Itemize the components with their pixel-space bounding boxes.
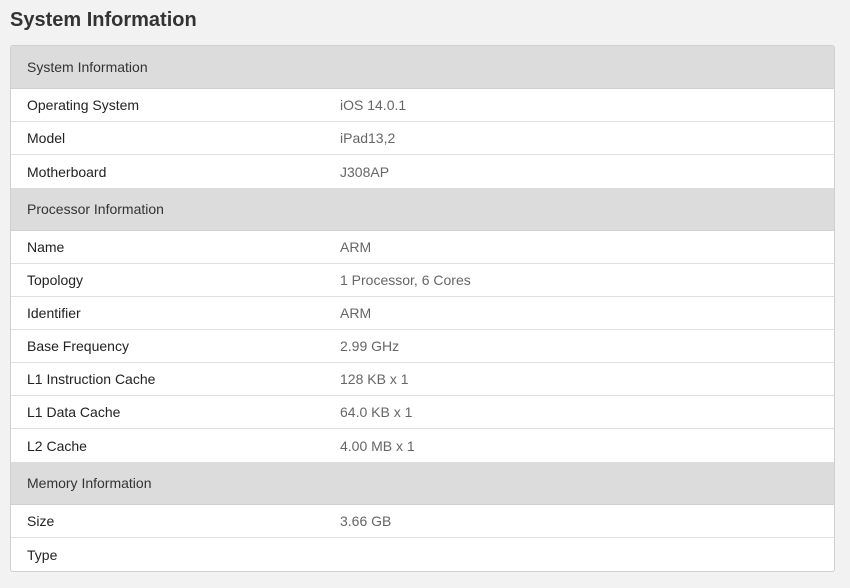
row-label: Name	[27, 239, 65, 255]
row-value: ARM	[340, 239, 372, 255]
table-row-topology: Topology 1 Processor, 6 Cores	[11, 264, 834, 297]
table-row-identifier: Identifier ARM	[11, 297, 834, 330]
processor-information-rows: Name ARM Topology 1 Processor, 6 Cores I…	[11, 231, 834, 462]
table-row-operating-system: Operating System iOS 14.0.1	[11, 89, 834, 122]
page-title: System Information	[10, 9, 197, 31]
table-row-l1-data-cache: L1 Data Cache 64.0 KB x 1	[11, 396, 834, 429]
row-label: L2 Cache	[27, 437, 87, 454]
table-row-size: Size 3.66 GB	[11, 505, 834, 538]
system-info-table: System Information Operating System iOS …	[10, 45, 835, 572]
memory-information-section: Memory Information Size 3.66 GB Type	[11, 462, 834, 571]
table-row-name: Name ARM	[11, 231, 834, 264]
row-label: Type	[27, 546, 58, 563]
table-row-l1-instruction-cache: L1 Instruction Cache 128 KB x 1	[11, 363, 834, 396]
section-header-system-information: System Information	[11, 46, 834, 89]
row-value: 4.00 MB x 1	[340, 437, 415, 454]
row-value: 2.99 GHz	[340, 338, 400, 354]
section-header-processor-information: Processor Information	[11, 188, 834, 231]
system-information-rows: Operating System iOS 14.0.1 Model iPad13…	[11, 89, 834, 188]
table-row-base-frequency: Base Frequency 2.99 GHz	[11, 330, 834, 363]
row-label: Size	[27, 513, 55, 529]
row-label: Operating System	[27, 97, 140, 113]
memory-information-rows: Size 3.66 GB Type	[11, 505, 834, 571]
system-information-section: System Information Operating System iOS …	[11, 46, 834, 188]
row-label: Model	[27, 130, 66, 146]
row-value: iPad13,2	[340, 130, 396, 146]
row-value: 3.66 GB	[340, 513, 392, 529]
row-label: Topology	[27, 272, 84, 288]
table-row-type: Type	[11, 538, 834, 571]
row-label: L1 Instruction Cache	[27, 371, 156, 387]
row-label: Motherboard	[27, 163, 107, 180]
table-row-motherboard: Motherboard J308AP	[11, 155, 834, 188]
table-row-model: Model iPad13,2	[11, 122, 834, 155]
row-value: J308AP	[340, 163, 390, 180]
row-value: 128 KB x 1	[340, 371, 409, 387]
row-value: 1 Processor, 6 Cores	[340, 272, 471, 288]
row-value: ARM	[340, 305, 372, 321]
row-value: iOS 14.0.1	[340, 97, 407, 113]
row-label: Identifier	[27, 305, 81, 321]
row-label: Base Frequency	[27, 338, 129, 354]
row-label: L1 Data Cache	[27, 404, 121, 420]
row-value: 64.0 KB x 1	[340, 404, 413, 420]
table-row-l2-cache: L2 Cache 4.00 MB x 1	[11, 429, 834, 462]
processor-information-section: Processor Information Name ARM Topology …	[11, 188, 834, 462]
section-header-memory-information: Memory Information	[11, 462, 834, 505]
